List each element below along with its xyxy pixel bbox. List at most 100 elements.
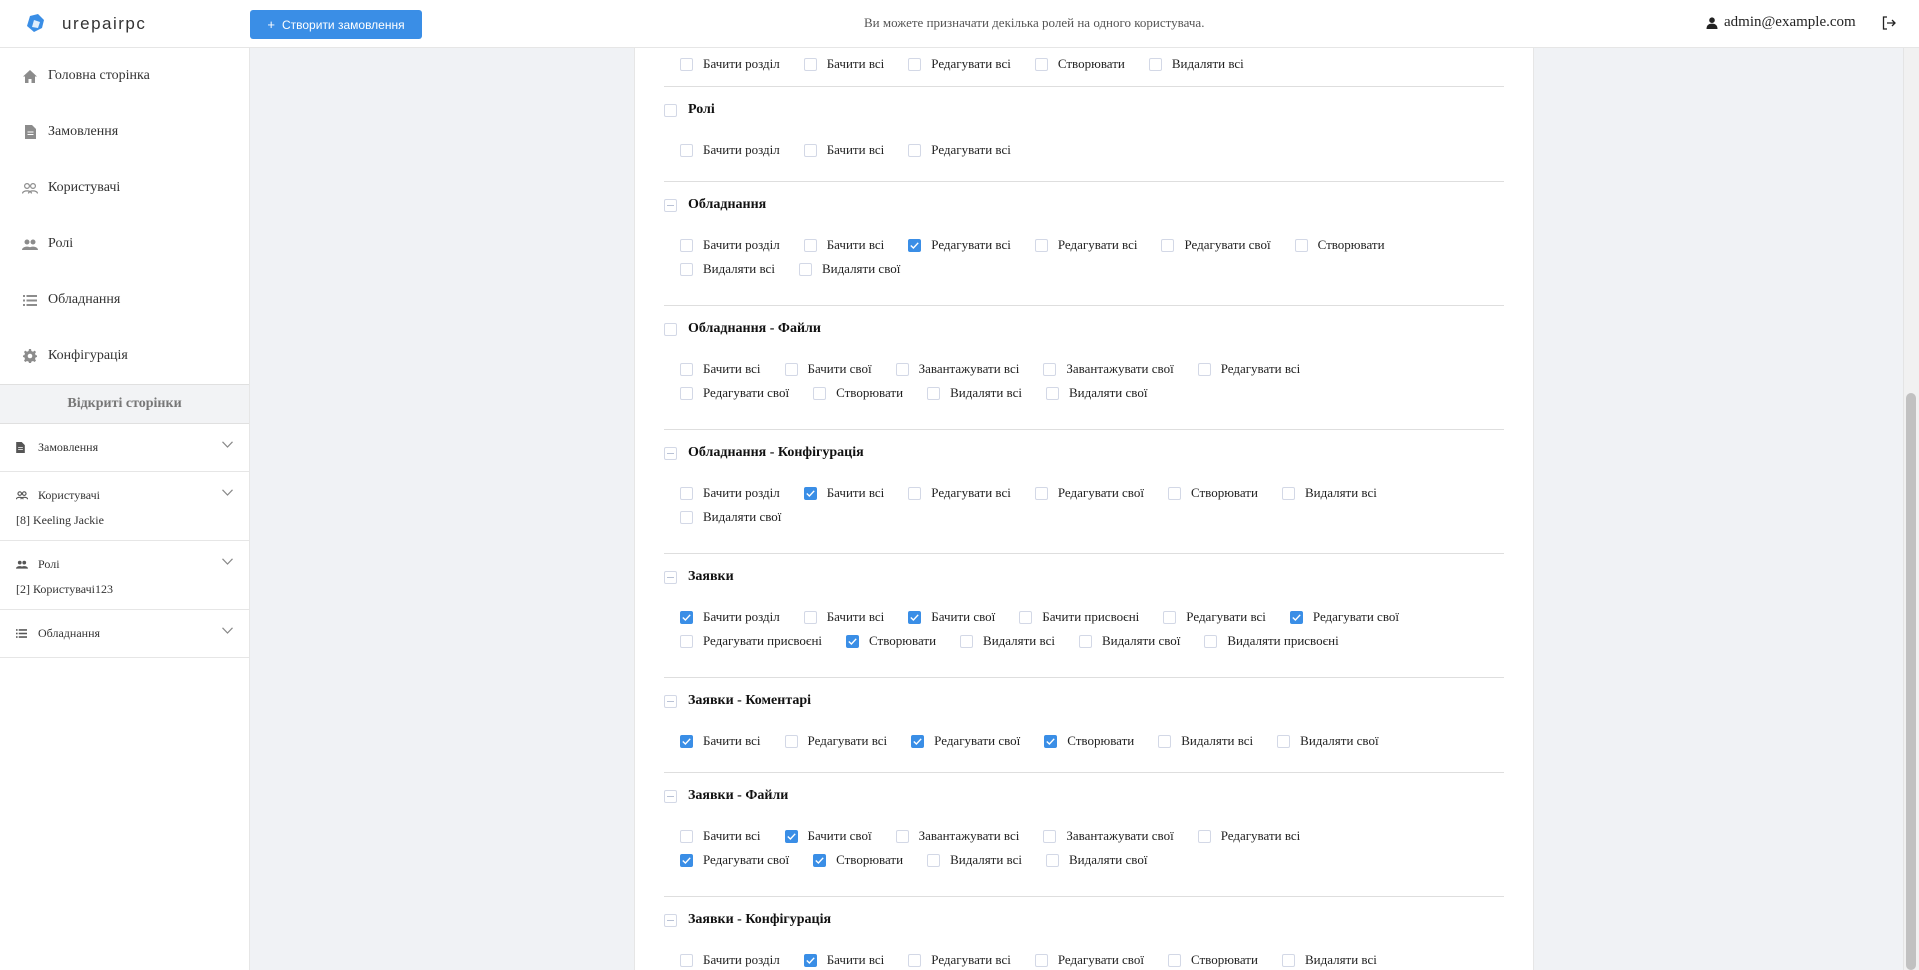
checkbox-unchecked[interactable] [784, 734, 798, 748]
chevron-down-icon[interactable] [222, 558, 233, 565]
checkbox-unchecked[interactable] [803, 57, 817, 71]
permission-checkbox[interactable]: Видаляти всі [927, 848, 1022, 872]
app-logo[interactable]: urepairpc [24, 14, 146, 34]
permission-checkbox[interactable]: Редагувати свої [680, 848, 789, 872]
permission-checkbox[interactable]: Бачити всі [803, 605, 884, 629]
permission-checkbox[interactable]: Видаляти всі [927, 381, 1022, 405]
checkbox-checked[interactable] [1289, 610, 1303, 624]
nav-configuration[interactable]: Конфігурація [0, 328, 249, 384]
permission-checkbox[interactable]: Бачити всі [680, 729, 761, 753]
section-checkbox[interactable] [664, 446, 677, 460]
permission-checkbox[interactable]: Завантажувати свої [1043, 824, 1174, 848]
checkbox-unchecked[interactable] [895, 362, 909, 376]
permission-checkbox[interactable]: Завантажувати свої [1043, 357, 1174, 381]
checkbox-unchecked[interactable] [680, 57, 693, 71]
checkbox-checked[interactable] [1044, 734, 1058, 748]
permission-checkbox[interactable]: Бачити свої [784, 357, 872, 381]
permission-checkbox[interactable]: Редагувати свої [1034, 481, 1144, 505]
logout-icon[interactable] [1882, 16, 1896, 30]
checkbox-unchecked[interactable] [680, 510, 693, 524]
section-header[interactable]: Заявки - Файли [664, 788, 788, 804]
permission-checkbox[interactable]: Бачити свої [784, 824, 872, 848]
permission-checkbox[interactable]: Редагувати всі [1197, 357, 1300, 381]
checkbox-checked[interactable] [680, 853, 693, 867]
open-group-header[interactable]: Замовлення [0, 424, 249, 471]
permission-checkbox[interactable]: Створювати [846, 629, 936, 653]
checkbox-unchecked[interactable] [680, 262, 693, 276]
permission-checkbox[interactable]: Редагувати присвоєні [680, 629, 822, 653]
permission-checkbox[interactable]: Створювати [813, 381, 903, 405]
checkbox-checked[interactable] [784, 829, 798, 843]
checkbox-unchecked[interactable] [1046, 386, 1060, 400]
nav-users[interactable]: Користувачі [0, 160, 249, 216]
nav-roles[interactable]: Ролі [0, 216, 249, 272]
section-checkbox[interactable] [664, 694, 677, 708]
checkbox-unchecked[interactable] [803, 610, 817, 624]
checkbox-unchecked[interactable] [813, 386, 827, 400]
permission-checkbox[interactable]: Бачити всі [803, 481, 884, 505]
checkbox-unchecked[interactable] [1163, 610, 1177, 624]
permission-checkbox[interactable]: Видаляти свої [1277, 729, 1379, 753]
checkbox-checked[interactable] [803, 486, 817, 500]
permission-checkbox[interactable]: Редагувати всі [1034, 233, 1137, 257]
checkbox-checked[interactable] [908, 610, 922, 624]
checkbox-unchecked[interactable] [1167, 486, 1181, 500]
permission-checkbox[interactable]: Видаляти всі [1281, 948, 1377, 970]
checkbox-unchecked[interactable] [1294, 238, 1308, 252]
checkbox-unchecked[interactable] [908, 57, 922, 71]
permission-checkbox[interactable]: Видаляти всі [1148, 52, 1244, 76]
permission-checkbox[interactable]: Створювати [1167, 948, 1258, 970]
checkbox-unchecked[interactable] [908, 143, 922, 157]
permission-checkbox[interactable]: Завантажувати всі [895, 357, 1019, 381]
permission-checkbox[interactable]: Бачити розділ [680, 948, 780, 970]
permission-checkbox[interactable]: Бачити розділ [680, 138, 780, 162]
section-header[interactable]: Ролі [664, 102, 715, 118]
checkbox-checked[interactable] [680, 610, 693, 624]
checkbox-unchecked[interactable] [927, 386, 941, 400]
open-group-header[interactable]: Користувачі [0, 472, 249, 519]
permission-checkbox[interactable]: Редагувати свої [1161, 233, 1271, 257]
nav-home[interactable]: Головна сторінка [0, 48, 249, 104]
checkbox-unchecked[interactable] [680, 238, 693, 252]
permission-checkbox[interactable]: Бачити свої [908, 605, 995, 629]
permission-checkbox[interactable]: Бачити розділ [680, 233, 780, 257]
permission-checkbox[interactable]: Видаляти свої [798, 257, 900, 281]
permission-checkbox[interactable]: Редагувати свої [1034, 948, 1144, 970]
permission-checkbox[interactable]: Редагувати всі [908, 138, 1011, 162]
checkbox-unchecked[interactable] [1019, 610, 1033, 624]
checkbox-checked[interactable] [846, 634, 860, 648]
checkbox-unchecked[interactable] [1281, 953, 1295, 967]
checkbox-unchecked[interactable] [803, 238, 817, 252]
checkbox-unchecked[interactable] [1197, 829, 1211, 843]
permission-checkbox[interactable]: Бачити всі [680, 357, 761, 381]
section-header[interactable]: Заявки [664, 569, 734, 585]
permission-checkbox[interactable]: Бачити розділ [680, 605, 780, 629]
permission-checkbox[interactable]: Редагувати всі [908, 233, 1011, 257]
checkbox-checked[interactable] [680, 734, 693, 748]
checkbox-unchecked[interactable] [1204, 634, 1218, 648]
permission-checkbox[interactable]: Видаляти всі [680, 257, 775, 281]
checkbox-unchecked[interactable] [784, 362, 798, 376]
permission-checkbox[interactable]: Редагувати свої [911, 729, 1020, 753]
permission-checkbox[interactable]: Видаляти всі [960, 629, 1055, 653]
checkbox-checked[interactable] [911, 734, 925, 748]
section-checkbox[interactable] [664, 789, 677, 803]
checkbox-unchecked[interactable] [680, 634, 693, 648]
section-checkbox[interactable] [664, 198, 677, 212]
checkbox-unchecked[interactable] [1043, 829, 1057, 843]
chevron-down-icon[interactable] [222, 441, 233, 448]
permission-checkbox[interactable]: Редагувати всі [1197, 824, 1300, 848]
nav-equipment[interactable]: Обладнання [0, 272, 249, 328]
section-header[interactable]: Обладнання - Файли [664, 321, 821, 337]
checkbox-unchecked[interactable] [680, 386, 693, 400]
permission-checkbox[interactable]: Бачити розділ [680, 481, 780, 505]
permission-checkbox[interactable]: Створювати [1294, 233, 1385, 257]
permission-checkbox[interactable]: Видаляти всі [1158, 729, 1253, 753]
checkbox-unchecked[interactable] [803, 143, 817, 157]
permission-checkbox[interactable]: Бачити присвоєні [1019, 605, 1139, 629]
checkbox-unchecked[interactable] [680, 829, 693, 843]
checkbox-unchecked[interactable] [1034, 57, 1048, 71]
checkbox-unchecked[interactable] [908, 486, 922, 500]
checkbox-unchecked[interactable] [798, 262, 812, 276]
permission-checkbox[interactable]: Бачити всі [803, 52, 884, 76]
